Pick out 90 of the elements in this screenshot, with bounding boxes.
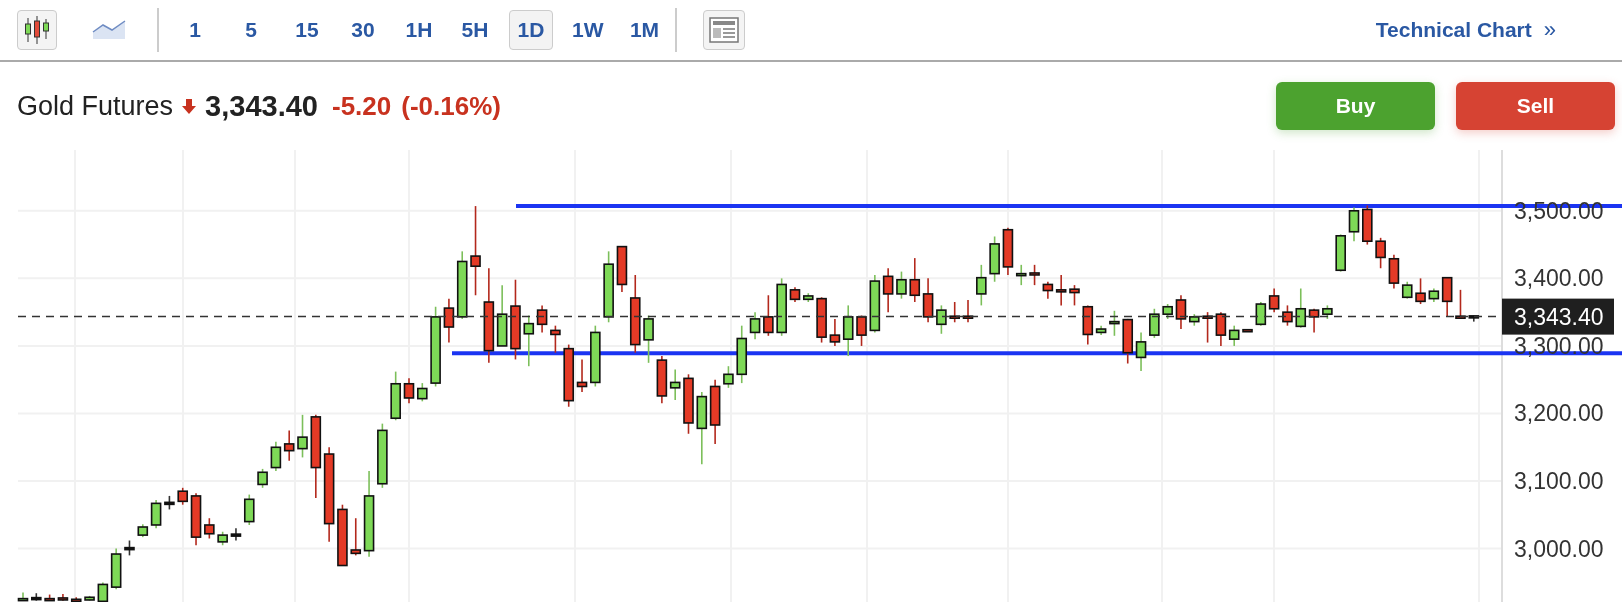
candle [949,301,960,324]
candle [297,414,308,459]
candle [377,422,388,489]
candle [84,595,95,602]
candle [1242,328,1253,333]
candle [1109,310,1120,337]
candle [936,304,947,335]
candle [44,593,55,602]
interval-button[interactable]: 5H [453,10,497,50]
candle [709,378,721,445]
last-price: 3,343.40 [205,89,318,123]
candle [1282,304,1293,327]
candle [590,324,601,388]
interval-button[interactable]: 1M [622,10,667,50]
interval-button[interactable]: 1H [397,10,441,50]
percent-change: (-0.16%) [401,90,501,122]
candle [1122,318,1134,365]
technical-chart-link[interactable]: Technical Chart » [1375,17,1556,43]
interval-button[interactable]: 1 [173,10,217,50]
candle [1455,289,1466,319]
interval-button[interactable]: 1D [509,10,553,50]
candle [17,591,29,602]
candle [177,487,188,506]
instrument-name: Gold Futures [17,90,174,122]
candle [257,468,268,489]
candle [816,296,827,344]
candle [776,277,787,337]
candle [550,324,561,354]
price-tag: 3,343.40 [1502,298,1614,335]
layout-button[interactable] [702,10,745,50]
candle [1202,311,1213,344]
candle [1268,287,1280,313]
candle [723,365,734,389]
axis-label: 3,200.00 [1514,400,1604,427]
area-chart-icon [92,20,126,40]
candle [204,517,215,540]
candle [283,429,295,462]
candle [1468,314,1480,323]
candlestick-icon [24,15,50,45]
candle [1069,284,1080,307]
layout-icon [708,17,739,43]
price-change: -5.20 [331,90,392,122]
candle [1362,204,1373,246]
candle [1375,237,1386,270]
candle [31,592,42,602]
candle [1135,331,1147,372]
candle [164,495,175,511]
candle [1335,233,1346,273]
candle [909,257,921,303]
candle [217,530,228,547]
candle [1189,313,1200,327]
axis-label: 3,100.00 [1514,468,1604,495]
candle [922,277,934,324]
candle [337,503,348,567]
candle [896,270,907,300]
candle [643,314,654,364]
candle [882,267,894,313]
interval-button[interactable]: 30 [341,10,385,50]
candle [976,264,987,307]
candle [869,274,881,334]
candle [190,492,202,547]
candle [803,292,814,303]
candle [1149,307,1160,339]
interval-button[interactable]: 1W [565,10,611,50]
candle [417,382,428,403]
candle [856,314,867,347]
candle [1175,294,1187,330]
candle [563,343,574,408]
candle [683,373,694,435]
candle [962,299,974,324]
candle [1348,206,1360,242]
chart-type-button[interactable] [17,10,57,50]
interval-button[interactable]: 5 [229,10,273,50]
candle [989,235,1000,283]
axis-label: 3,400.00 [1514,265,1604,292]
candle [390,370,401,422]
candle [763,294,774,337]
candle [124,539,135,557]
candle [1415,277,1426,305]
candle [1255,301,1267,327]
interval-button[interactable]: 15 [285,10,329,50]
candle [789,286,801,303]
candle [1029,264,1040,286]
candle [1322,304,1333,320]
candle [1162,303,1173,320]
candle [270,441,282,472]
candle [576,358,588,393]
sell-button[interactable]: Sell [1456,82,1615,130]
candle [403,377,415,405]
axis-label: 3,000.00 [1514,535,1604,562]
